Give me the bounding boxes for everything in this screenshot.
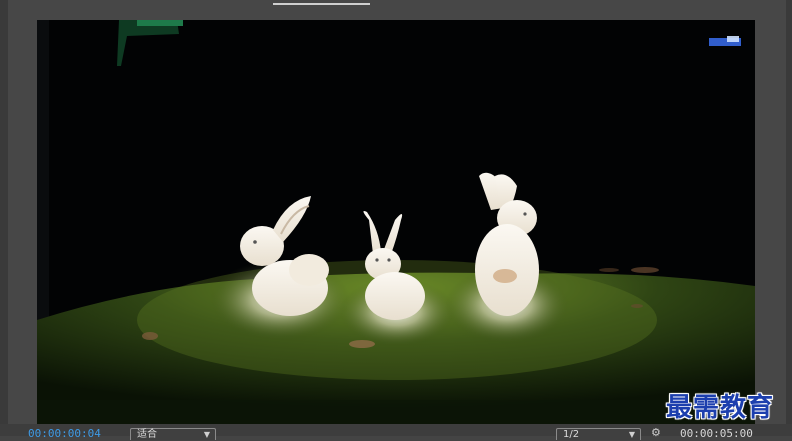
panel-left-edge: [0, 0, 8, 436]
playback-resolution-select[interactable]: 1/2 ▼: [556, 428, 641, 440]
video-preview[interactable]: [37, 20, 755, 424]
current-time-display[interactable]: 00:00:00:04: [28, 428, 101, 440]
chevron-down-icon: ▼: [628, 430, 635, 439]
panel-right-edge: [786, 0, 792, 436]
duration-display: 00:00:05:00: [680, 427, 753, 440]
active-tab-indicator[interactable]: [273, 3, 370, 5]
playback-controls-bar: [0, 424, 792, 436]
wrench-icon[interactable]: ⚙: [651, 427, 663, 439]
zoom-level-label: 适合: [137, 429, 157, 440]
playback-resolution-label: 1/2: [563, 429, 580, 440]
zoom-level-select[interactable]: 适合 ▼: [130, 428, 216, 440]
watermark-logo: 最需教育: [666, 393, 775, 423]
video-frame-image: [37, 20, 755, 424]
chevron-down-icon: ▼: [203, 430, 210, 439]
